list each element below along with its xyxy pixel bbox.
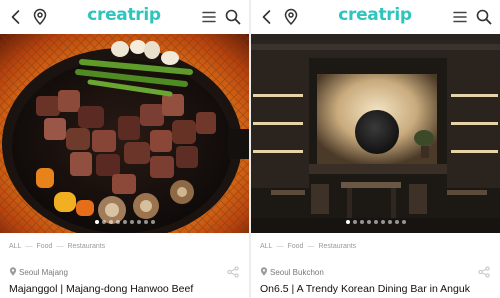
search-icon[interactable] (475, 8, 493, 26)
hero-image-carousel[interactable] (251, 34, 500, 233)
breadcrumb-food[interactable]: Food (287, 243, 303, 250)
restaurant-title[interactable]: On6.5 | A Trendy Korean Dining Bar in An… (260, 283, 470, 295)
restaurant-interior-photo (251, 34, 500, 233)
carousel-dot[interactable] (101, 220, 106, 224)
breadcrumb-separator: — (276, 243, 284, 250)
map-pin-icon[interactable] (282, 8, 300, 26)
creatrip-logo[interactable]: creatrip (325, 0, 425, 34)
breadcrumb: ALL — Food — Restaurants (260, 243, 356, 250)
carousel-dot[interactable] (387, 220, 392, 224)
carousel-dot[interactable] (129, 220, 134, 224)
carousel-dot[interactable] (352, 220, 357, 224)
carousel-dot[interactable] (143, 220, 148, 224)
hamburger-menu-icon[interactable] (451, 8, 469, 26)
carousel-dot[interactable] (380, 220, 385, 224)
carousel-dot[interactable] (345, 220, 350, 224)
carousel-dot[interactable] (136, 220, 141, 224)
restaurant-card-on65[interactable]: creatrip ALL — Food — Restaurants Seoul … (251, 0, 500, 298)
hamburger-menu-icon[interactable] (200, 8, 218, 26)
carousel-dot[interactable] (373, 220, 378, 224)
carousel-dot[interactable] (401, 220, 406, 224)
share-icon[interactable] (478, 266, 490, 278)
breadcrumb-all[interactable]: ALL (9, 243, 21, 250)
top-header: creatrip (0, 0, 249, 34)
location-label: Seoul Bukchon (260, 267, 324, 277)
carousel-dot[interactable] (359, 220, 364, 224)
restaurant-card-majanggol[interactable]: creatrip ALL — Food — Restaurants Seoul … (0, 0, 249, 298)
breadcrumb-restaurants[interactable]: Restaurants (318, 243, 356, 250)
location-text: Seoul Bukchon (270, 268, 324, 277)
share-icon[interactable] (227, 266, 239, 278)
carousel-dot[interactable] (122, 220, 127, 224)
carousel-dot[interactable] (115, 220, 120, 224)
carousel-dot[interactable] (150, 220, 155, 224)
map-pin-icon[interactable] (31, 8, 49, 26)
carousel-indicator[interactable] (0, 220, 249, 224)
breadcrumb-separator: — (25, 243, 33, 250)
creatrip-logo[interactable]: creatrip (74, 0, 174, 34)
breadcrumb-all[interactable]: ALL (260, 243, 272, 250)
top-header: creatrip (251, 0, 500, 34)
location-pin-icon (9, 267, 17, 276)
breadcrumb-separator: — (56, 243, 64, 250)
location-text: Seoul Majang (19, 268, 68, 277)
location-pin-icon (260, 267, 268, 276)
restaurant-title[interactable]: Majanggol | Majang-dong Hanwoo Beef (9, 283, 193, 295)
search-icon[interactable] (224, 8, 242, 26)
chevron-left-icon[interactable] (258, 8, 276, 26)
logo-text: creatrip (338, 5, 412, 25)
chevron-left-icon[interactable] (7, 8, 25, 26)
breadcrumb-food[interactable]: Food (36, 243, 52, 250)
logo-text: creatrip (87, 5, 161, 25)
location-label: Seoul Majang (9, 267, 68, 277)
carousel-dot[interactable] (94, 220, 99, 224)
carousel-indicator[interactable] (251, 220, 500, 224)
breadcrumb-separator: — (307, 243, 315, 250)
carousel-dot[interactable] (394, 220, 399, 224)
breadcrumb: ALL — Food — Restaurants (9, 243, 105, 250)
carousel-dot[interactable] (108, 220, 113, 224)
carousel-dot[interactable] (366, 220, 371, 224)
breadcrumb-restaurants[interactable]: Restaurants (67, 243, 105, 250)
hanwoo-beef-photo (0, 34, 249, 233)
hero-image-carousel[interactable] (0, 34, 249, 233)
